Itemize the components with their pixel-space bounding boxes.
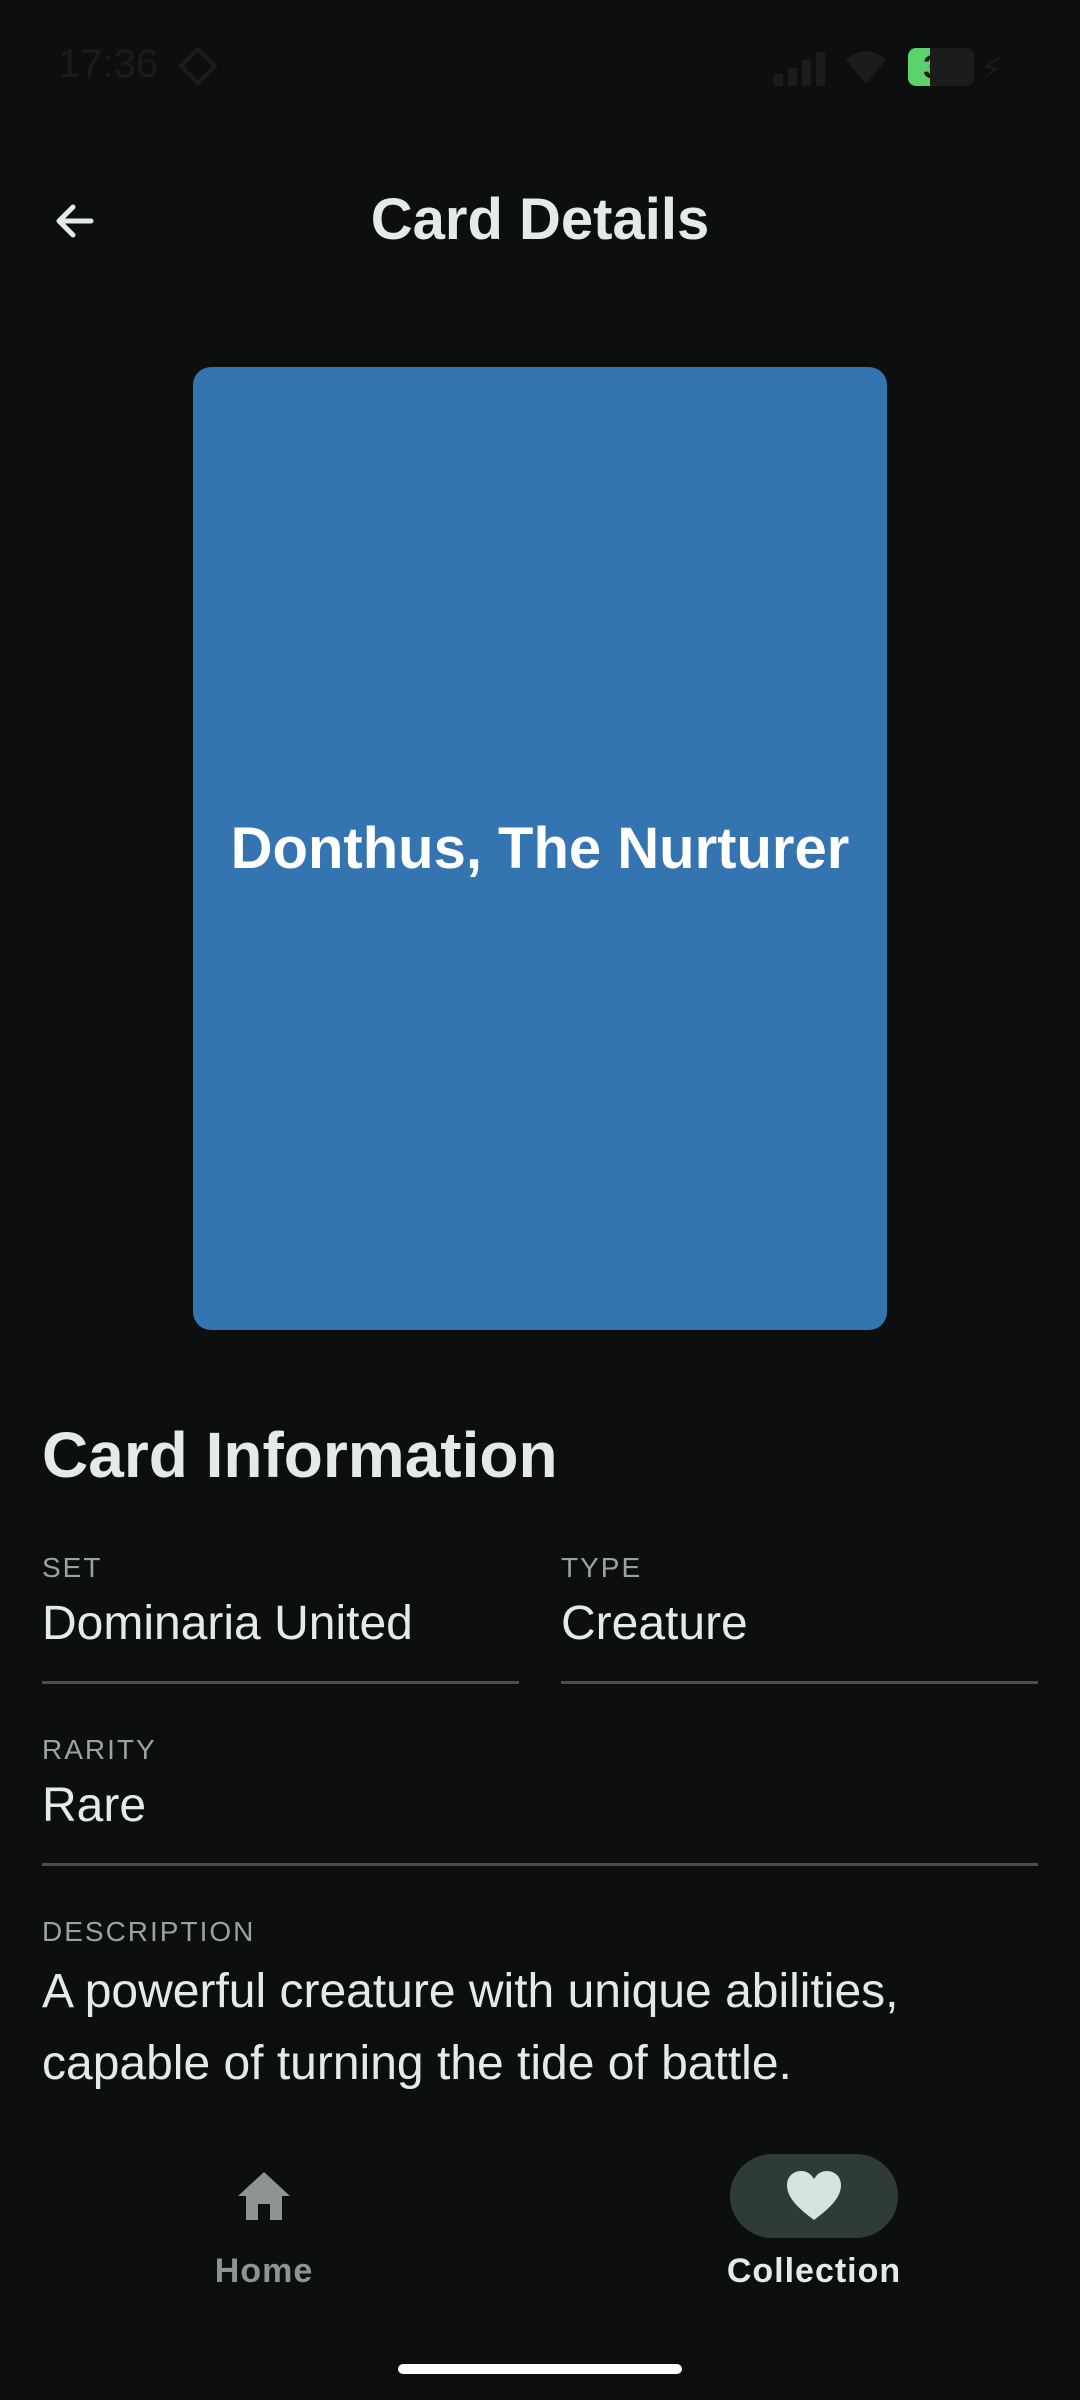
- nav-item-collection[interactable]: Collection: [664, 2154, 964, 2291]
- card-image: Donthus, The Nurturer: [193, 367, 887, 1330]
- nav-home-icon-wrap: [180, 2154, 348, 2238]
- type-value: Creature: [561, 1597, 748, 1650]
- description-value: A powerful creature with unique abilitie…: [42, 1965, 899, 2090]
- status-bar: 17:36 34 ⚡: [0, 0, 1080, 130]
- set-label: SET: [42, 1552, 103, 1583]
- notification-icon: [178, 46, 218, 86]
- battery-icon: 34: [908, 48, 974, 86]
- bottom-navigation: Home Collection: [0, 2120, 1080, 2320]
- rarity-field: RARITY Rare: [42, 1734, 1038, 1866]
- set-value: Dominaria United: [42, 1597, 413, 1650]
- nav-collection-icon-wrap: [730, 2154, 898, 2238]
- nav-label-collection: Collection: [726, 2252, 902, 2290]
- wifi-icon: [846, 51, 886, 84]
- card-name: Donthus, The Nurturer: [230, 816, 850, 881]
- type-label: TYPE: [561, 1552, 643, 1583]
- nav-item-home[interactable]: Home: [114, 2154, 414, 2291]
- status-time: 17:36: [58, 42, 159, 86]
- set-field: SET Dominaria United: [42, 1552, 519, 1684]
- charging-icon: ⚡: [980, 51, 1003, 87]
- home-icon: [238, 2172, 290, 2220]
- battery-percentage: 34: [923, 49, 959, 85]
- section-title: Card Information: [42, 1419, 558, 1491]
- type-field: TYPE Creature: [561, 1552, 1038, 1684]
- home-indicator[interactable]: [398, 2364, 682, 2374]
- page-title: Card Details: [370, 187, 710, 252]
- rarity-value: Rare: [42, 1779, 147, 1832]
- description-field: DESCRIPTION A powerful creature with uni…: [42, 1916, 1038, 2100]
- cellular-signal-icon: [774, 50, 826, 86]
- heart-icon: [787, 2171, 841, 2220]
- rarity-label: RARITY: [42, 1734, 157, 1765]
- description-label: DESCRIPTION: [42, 1916, 256, 1947]
- nav-label-home: Home: [214, 2252, 314, 2290]
- app-bar: Card Details: [0, 150, 1080, 290]
